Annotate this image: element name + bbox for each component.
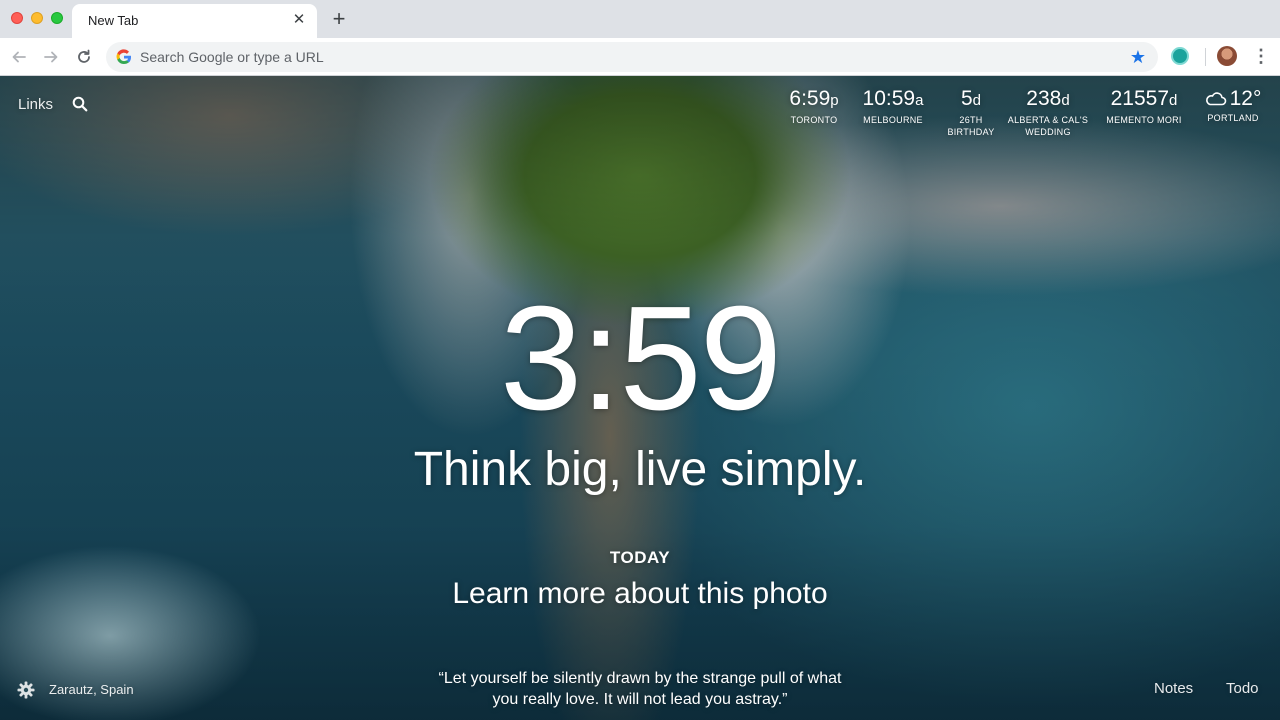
back-icon[interactable] [7,45,31,69]
forward-icon[interactable] [39,45,63,69]
window-minimize-button[interactable] [31,12,43,24]
metric-wedding[interactable]: 238d ALBERTA & CAL'S WEDDING [1004,86,1092,138]
metric-unit: d [1169,92,1178,109]
metric-label: MELBOURNE [863,115,923,125]
main-clock: 3:59 [499,276,782,441]
omnibox-placeholder: Search Google or type a URL [140,49,324,65]
weather-widget[interactable]: 12° PORTLAND [1196,86,1270,124]
photo-info-link[interactable]: Learn more about this photo [0,576,1280,612]
metric-value: 5 [960,87,973,110]
metric-value: 6:59 [789,87,831,110]
quote-line-2: you really love. It will not lead you as… [492,691,788,708]
metric-label: MEMENTO MORI [1106,115,1182,125]
metric-value: 238 [1026,87,1062,110]
todo-button[interactable]: Todo [1226,680,1259,697]
mantra: Think big, live simply. [413,443,867,496]
extension-icon[interactable] [1171,47,1189,65]
daily-quote[interactable]: “Let yourself be silently drawn by the s… [420,668,860,710]
metric-label-line2: BIRTHDAY [947,127,995,137]
browser-toolbar: Search Google or type a URL ★ [0,38,1280,76]
window-close-button[interactable] [11,12,23,24]
google-icon [116,49,131,65]
quote-line-1: “Let yourself be silently drawn by the s… [438,670,842,687]
links-button[interactable]: Links [18,96,53,113]
new-tab-page: Links 6:59p TORONTO 10:59a MELBOURNE 5d … [0,76,1280,720]
toolbar-divider [1205,48,1206,66]
metric-unit: d [972,92,982,109]
window-maximize-button[interactable] [51,12,63,24]
metric-value: 21557 [1110,87,1170,110]
weather-location: PORTLAND [1207,113,1259,123]
menu-dots-icon[interactable]: ⋮ [1252,46,1270,66]
metric-value: 10:59 [862,87,916,110]
metric-label-line2: WEDDING [1025,127,1071,137]
metric-label: ALBERTA & CAL'S [1007,115,1089,125]
metric-birthday[interactable]: 5d 26TH BIRTHDAY [942,86,1000,138]
tab-strip: New Tab ✕ + [0,0,1280,38]
metric-label: 26TH [959,115,983,125]
metric-memento-mori[interactable]: 21557d MEMENTO MORI [1100,86,1188,126]
metric-label: TORONTO [790,115,838,125]
metric-unit: p [830,92,839,109]
metric-unit: d [1061,92,1070,109]
photo-location[interactable]: Zarautz, Spain [49,682,134,697]
profile-avatar[interactable] [1217,46,1237,66]
tab-new-tab[interactable]: New Tab ✕ [72,4,317,38]
new-tab-button[interactable]: + [328,8,350,30]
reload-icon[interactable] [72,45,96,69]
notes-button[interactable]: Notes [1154,680,1193,697]
metric-unit: a [915,92,924,109]
cloud-icon [1205,92,1226,106]
weather-temperature: 12° [1229,87,1262,110]
today-label: TODAY [609,548,671,567]
metric-melbourne[interactable]: 10:59a MELBOURNE [857,86,929,126]
bookmark-star-icon[interactable]: ★ [1130,46,1146,68]
metric-toronto[interactable]: 6:59p TORONTO [785,86,843,126]
search-icon[interactable] [72,96,88,112]
tab-title: New Tab [88,13,139,28]
close-tab-icon[interactable]: ✕ [291,12,307,28]
omnibox[interactable]: Search Google or type a URL ★ [106,42,1158,72]
gear-icon[interactable] [17,681,35,699]
